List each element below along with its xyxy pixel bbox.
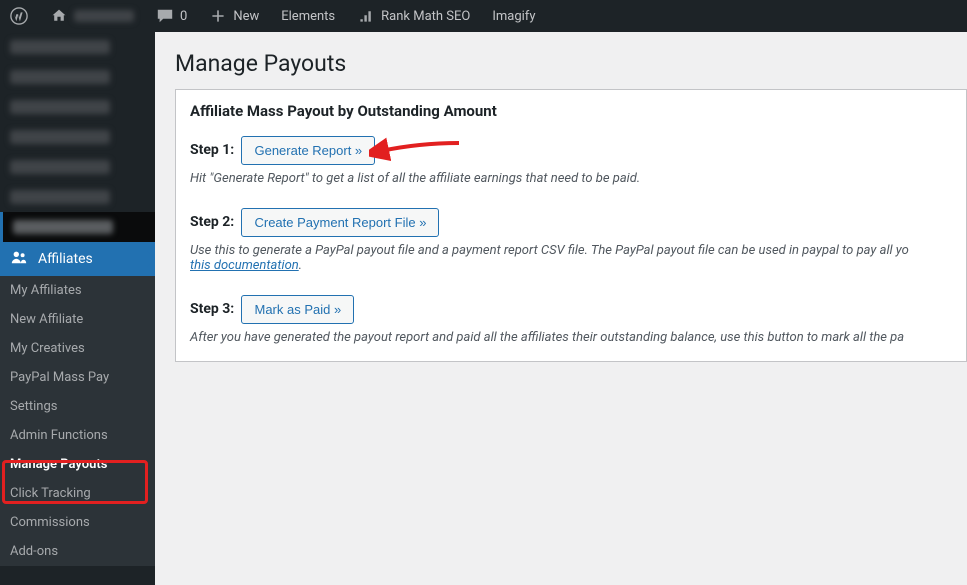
users-icon [10, 248, 28, 270]
content-area: Manage Payouts Affiliate Mass Payout by … [155, 32, 967, 585]
topbar-rankmath[interactable]: Rank Math SEO [353, 0, 474, 32]
sidebar-subitem-new-affiliate[interactable]: New Affiliate [0, 305, 155, 334]
step2-hint-text: Use this to generate a PayPal payout fil… [190, 243, 909, 258]
payout-panel: Affiliate Mass Payout by Outstanding Amo… [175, 89, 967, 362]
topbar-rankmath-label: Rank Math SEO [381, 9, 470, 24]
topbar-imagify-label: Imagify [492, 9, 535, 24]
sidebar-item-blurred[interactable] [0, 92, 155, 122]
admin-topbar: 0 New Elements Rank Math SEO Imagify [0, 0, 967, 32]
sidebar-subitem-paypal-mass-pay[interactable]: PayPal Mass Pay [0, 363, 155, 392]
sidebar-item-blurred[interactable] [0, 62, 155, 92]
step1-label: Step 1: [190, 142, 234, 158]
mark-as-paid-button[interactable]: Mark as Paid » [241, 295, 354, 324]
step3-hint: After you have generated the payout repo… [190, 330, 952, 345]
sidebar-submenu: My AffiliatesNew AffiliateMy CreativesPa… [0, 276, 155, 566]
sidebar-parent-label: Affiliates [38, 251, 93, 267]
home-icon [50, 7, 68, 25]
page-title: Manage Payouts [175, 42, 967, 89]
sidebar-item-affiliates[interactable]: Affiliates [0, 242, 155, 276]
admin-sidebar: Affiliates My AffiliatesNew AffiliateMy … [0, 32, 155, 585]
sidebar-subitem-my-affiliates[interactable]: My Affiliates [0, 276, 155, 305]
step2-hint: Use this to generate a PayPal payout fil… [190, 243, 952, 273]
topbar-imagify[interactable]: Imagify [488, 0, 539, 32]
sidebar-item-blurred[interactable] [0, 152, 155, 182]
sidebar-item-blurred[interactable] [0, 32, 155, 62]
step3-label: Step 3: [190, 301, 234, 317]
step2-label: Step 2: [190, 214, 234, 230]
topbar-elements-label: Elements [281, 9, 335, 24]
panel-title: Affiliate Mass Payout by Outstanding Amo… [190, 102, 952, 120]
topbar-site[interactable] [46, 0, 138, 32]
comments-count: 0 [180, 9, 187, 24]
sidebar-subitem-my-creatives[interactable]: My Creatives [0, 334, 155, 363]
topbar-new[interactable]: New [205, 0, 263, 32]
topbar-new-label: New [233, 9, 259, 24]
topbar-site-name-blurred [74, 10, 134, 22]
sidebar-item-blurred[interactable] [0, 182, 155, 212]
topbar-comments[interactable]: 0 [152, 0, 191, 32]
generate-report-button[interactable]: Generate Report » [241, 136, 375, 165]
sidebar-subitem-click-tracking[interactable]: Click Tracking [0, 479, 155, 508]
topbar-wp-logo[interactable] [6, 0, 32, 32]
plus-icon [209, 7, 227, 25]
wordpress-icon [10, 7, 28, 25]
sidebar-subitem-admin-functions[interactable]: Admin Functions [0, 421, 155, 450]
create-payment-report-button[interactable]: Create Payment Report File » [241, 208, 439, 237]
doc-link[interactable]: this documentation [190, 258, 299, 273]
step1-hint: Hit "Generate Report" to get a list of a… [190, 171, 952, 186]
sidebar-item-blurred[interactable] [0, 212, 155, 242]
sidebar-subitem-commissions[interactable]: Commissions [0, 508, 155, 537]
topbar-elements[interactable]: Elements [277, 0, 339, 32]
comment-icon [156, 7, 174, 25]
sidebar-item-blurred[interactable] [0, 122, 155, 152]
sidebar-subitem-manage-payouts[interactable]: Manage Payouts [0, 450, 155, 479]
step2-hint-suffix: . [299, 258, 302, 273]
sidebar-subitem-add-ons[interactable]: Add-ons [0, 537, 155, 566]
chart-icon [357, 7, 375, 25]
sidebar-subitem-settings[interactable]: Settings [0, 392, 155, 421]
